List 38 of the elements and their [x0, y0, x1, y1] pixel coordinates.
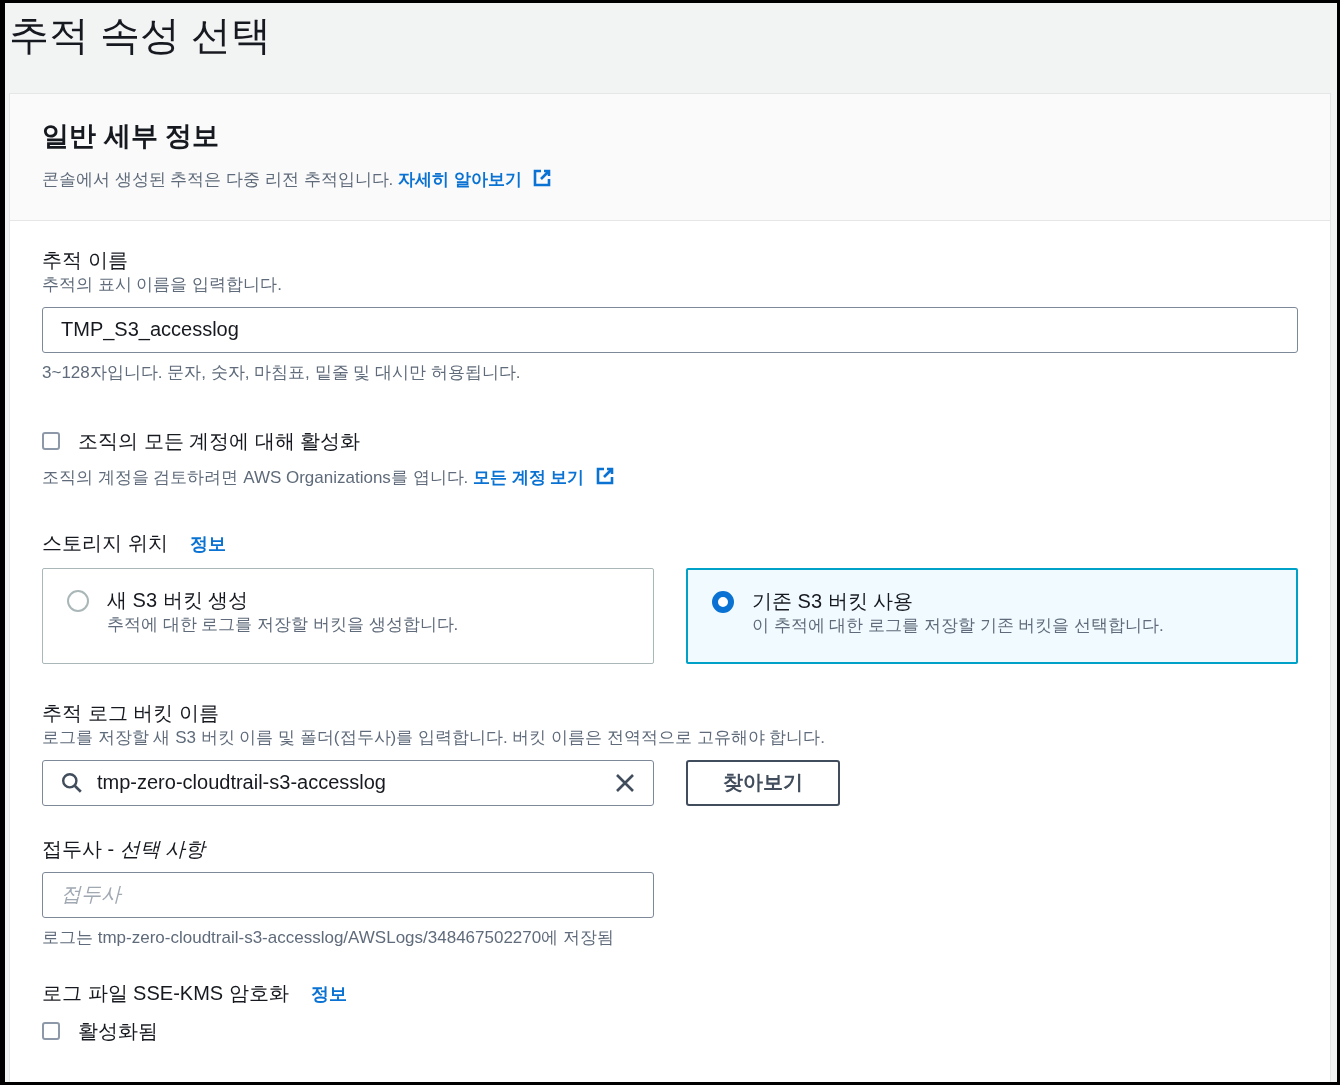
option-description: 이 추적에 대한 로그를 저장할 기존 버킷을 선택합니다. — [752, 615, 1164, 638]
close-icon[interactable] — [615, 773, 635, 793]
radio-button[interactable] — [712, 591, 734, 614]
view-accounts-link[interactable]: 모든 계정 보기 — [473, 468, 585, 488]
section-description: 콘솔에서 생성된 추적은 다중 리전 추적입니다. 자세히 알아보기 — [42, 168, 1298, 192]
search-icon — [61, 772, 83, 794]
browse-button[interactable]: 찾아보기 — [686, 760, 840, 806]
external-link-icon — [594, 466, 615, 487]
organization-description: 조직의 계정을 검토하려면 AWS Organizations를 엽니다. 모든 계정 보기 — [42, 466, 1298, 491]
field-label: 접두사 - 선택 사항 — [42, 837, 208, 862]
info-link[interactable]: 정보 — [189, 532, 226, 557]
bucket-search-field[interactable]: tmp-zero-cloudtrail-s3-accesslog — [42, 760, 654, 806]
trail-name-field[interactable]: TMP_S3_accesslog — [42, 306, 1298, 353]
section-title: 일반 세부 정보 — [42, 120, 220, 153]
checkbox-label: 조직의 모든 계정에 대해 활성화 — [78, 429, 361, 455]
radio-tile[interactable]: 기존 S3 버킷 사용 이 추적에 대한 로그를 저장할 기존 버킷을 선택합니다. — [686, 568, 1298, 665]
radio-tile[interactable]: 새 S3 버킷 생성 추적에 대한 로그를 저장할 버킷을 생성합니다. — [42, 568, 654, 665]
external-link-icon — [531, 168, 552, 188]
prefix-hint: 로그는 tmp-zero-cloudtrail-s3-accesslog/AWSLogs/348467502270에 저장됨 — [42, 927, 615, 949]
page-title: 추적 속성 선택 — [9, 12, 273, 59]
info-link[interactable]: 정보 — [310, 981, 347, 1006]
radio-button[interactable] — [67, 590, 89, 613]
prefix-field[interactable]: 접두사 — [42, 872, 654, 918]
field-description: 로그를 저장할 새 S3 버킷 이름 및 폴더(접두사)를 입력합니다. 버킷 이름은 전역적으로 고유해야 합니다. — [42, 727, 826, 750]
field-label: 추적 이름 — [42, 247, 129, 273]
field-constraint: 3~128자입니다. 문자, 숫자, 마침표, 밑줄 및 대시만 허용됩니다. — [42, 361, 522, 384]
checkbox[interactable] — [42, 432, 60, 451]
option-title: 새 S3 버킷 생성 — [107, 588, 250, 614]
field-label: 추적 로그 버킷 이름 — [42, 701, 220, 727]
option-title: 기존 S3 버킷 사용 — [752, 589, 915, 615]
checkbox[interactable] — [42, 1021, 60, 1040]
field-label: 스토리지 위치 — [42, 531, 168, 557]
field-description: 추적의 표시 이름을 입력합니다. — [42, 273, 283, 296]
search-value: tmp-zero-cloudtrail-s3-accesslog — [97, 771, 387, 795]
learn-more-link[interactable]: 자세히 알아보기 — [398, 170, 522, 189]
option-description: 추적에 대한 로그를 저장할 버킷을 생성합니다. — [107, 614, 459, 637]
field-label: 로그 파일 SSE-KMS 암호화 — [42, 980, 289, 1006]
checkbox-label: 활성화됨 — [78, 1018, 158, 1044]
